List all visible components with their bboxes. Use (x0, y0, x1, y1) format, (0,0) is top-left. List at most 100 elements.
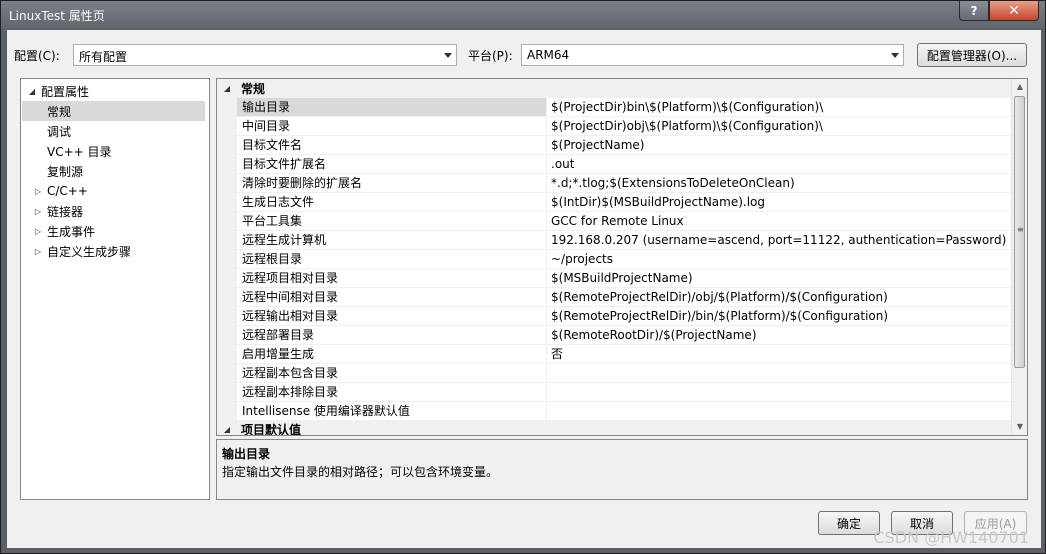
tree-item-label: 生成事件 (47, 224, 96, 239)
property-name: 远程中间相对目录 (237, 288, 547, 306)
property-row[interactable]: 清除时要删除的扩展名 *.d;*.tlog;$(ExtensionsToDelet… (237, 174, 1011, 193)
category-project-defaults[interactable]: ◢ 项目默认值 (217, 420, 1011, 436)
property-tree: ◢ 配置属性 常规 调试 VC++ 目录 复制源 ▷ C/C++ ▷ 链接器 ▷… (20, 78, 210, 500)
ok-button[interactable]: 确定 (818, 511, 880, 535)
property-row[interactable]: 远程部署目录 $(RemoteRootDir)/$(ProjectName) (237, 326, 1011, 345)
close-button[interactable]: ✕ (989, 1, 1039, 21)
property-row[interactable]: 远程生成计算机 192.168.0.207 (username=ascend, p… (237, 231, 1011, 250)
property-name: 清除时要删除的扩展名 (237, 174, 547, 192)
tree-item-vc-directories[interactable]: VC++ 目录 (47, 141, 112, 161)
expand-triangle-icon[interactable]: ▷ (33, 227, 43, 236)
tree-item-linker[interactable]: ▷ 链接器 (33, 201, 83, 221)
property-row[interactable]: 目标文件名 $(ProjectName) (237, 136, 1011, 155)
property-name: Intellisense 使用编译器默认值 (237, 402, 547, 420)
watermark: CSDN @HW140701 (873, 528, 1029, 547)
property-row[interactable]: 远程副本排除目录 (237, 383, 1011, 402)
tree-item-copy-sources[interactable]: 复制源 (47, 161, 83, 181)
property-row[interactable]: 远程副本包含目录 (237, 364, 1011, 383)
tree-item-config-properties[interactable]: ◢ 配置属性 (27, 81, 89, 101)
property-value[interactable]: $(ProjectName) (547, 136, 1011, 154)
tree-item-debugging[interactable]: 调试 (47, 121, 71, 141)
property-row[interactable]: 中间目录 $(ProjectDir)obj\$(Platform)\$(Confi… (237, 117, 1011, 136)
property-name: 远程部署目录 (237, 326, 547, 344)
scroll-thumb[interactable]: ≡ (1014, 96, 1025, 368)
grid-gutter (217, 98, 237, 434)
property-row[interactable]: 远程输出相对目录 $(RemoteProjectRelDir)/bin/$(Pla… (237, 307, 1011, 326)
property-row[interactable]: 输出目录 $(ProjectDir)bin\$(Platform)\$(Confi… (237, 98, 1011, 117)
property-grid: ◢ 常规 输出目录 $(ProjectDir)bin\$(Platform)\$(… (216, 78, 1028, 436)
property-value[interactable] (547, 402, 1011, 420)
category-general[interactable]: ◢ 常规 (217, 79, 1011, 98)
title-bar: LinuxTest 属性页 ? ✕ (1, 1, 1045, 29)
property-value[interactable]: ~/projects (547, 250, 1011, 268)
property-name: 输出目录 (237, 98, 547, 116)
tree-item-build-events[interactable]: ▷ 生成事件 (33, 221, 95, 241)
category-label: 常规 (241, 82, 266, 96)
property-value[interactable]: $(ProjectDir)bin\$(Platform)\$(Configura… (547, 98, 1011, 116)
property-value[interactable]: $(RemoteRootDir)/$(ProjectName) (547, 326, 1011, 344)
collapse-triangle-icon[interactable]: ◢ (217, 84, 237, 93)
chevron-down-icon (891, 53, 899, 58)
collapse-triangle-icon[interactable]: ◢ (217, 425, 237, 434)
property-row[interactable]: 生成日志文件 $(IntDir)$(MSBuildProjectName).log (237, 193, 1011, 212)
grip-icon: ≡ (1017, 225, 1024, 234)
tree-item-label: 调试 (47, 124, 72, 139)
property-row[interactable]: 远程项目相对目录 $(MSBuildProjectName) (237, 269, 1011, 288)
tree-item-label: VC++ 目录 (47, 144, 112, 159)
tree-item-label: 自定义生成步骤 (47, 244, 132, 259)
window-title: LinuxTest 属性页 (9, 9, 105, 23)
property-name: 远程项目相对目录 (237, 269, 547, 287)
property-name: 平台工具集 (237, 212, 547, 230)
property-row[interactable]: 平台工具集 GCC for Remote Linux (237, 212, 1011, 231)
property-name: 远程输出相对目录 (237, 307, 547, 325)
collapse-triangle-icon[interactable]: ◢ (27, 87, 37, 96)
property-value[interactable]: $(RemoteProjectRelDir)/bin/$(Platform)/$… (547, 307, 1011, 325)
property-name: 远程根目录 (237, 250, 547, 268)
property-name: 远程副本排除目录 (237, 383, 547, 401)
property-name: 启用增量生成 (237, 345, 547, 363)
expand-triangle-icon[interactable]: ▷ (33, 187, 43, 196)
property-value[interactable]: $(IntDir)$(MSBuildProjectName).log (547, 193, 1011, 211)
property-row[interactable]: Intellisense 使用编译器默认值 (237, 402, 1011, 421)
grid-scrollbar[interactable]: ▲ ≡ ▼ (1011, 79, 1027, 435)
property-row[interactable]: 启用增量生成否 (237, 345, 1011, 364)
help-button[interactable]: ? (959, 1, 989, 21)
category-label: 项目默认值 (241, 423, 302, 436)
tree-item-label: 链接器 (47, 204, 84, 219)
tree-item-custom-build-step[interactable]: ▷ 自定义生成步骤 (33, 241, 131, 261)
tree-item-label: 配置属性 (41, 84, 90, 99)
chevron-down-icon (444, 53, 452, 58)
property-value[interactable]: *.d;*.tlog;$(ExtensionsToDeleteOnClean) (547, 174, 1011, 192)
property-value[interactable]: $(ProjectDir)obj\$(Platform)\$(Configura… (547, 117, 1011, 135)
description-text: 指定输出文件目录的相对路径；可以包含环境变量。 (222, 465, 499, 479)
property-name: 远程生成计算机 (237, 231, 547, 249)
property-value[interactable]: GCC for Remote Linux (547, 212, 1011, 230)
property-value[interactable] (547, 364, 1011, 382)
description-panel: 输出目录 指定输出文件目录的相对路径；可以包含环境变量。 (216, 439, 1028, 500)
property-value[interactable] (547, 383, 1011, 401)
expand-triangle-icon[interactable]: ▷ (33, 247, 43, 256)
property-row[interactable]: 目标文件扩展名 .out (237, 155, 1011, 174)
tree-item-label: 常规 (47, 104, 72, 119)
property-name: 中间目录 (237, 117, 547, 135)
expand-triangle-icon[interactable]: ▷ (33, 207, 43, 216)
property-value[interactable]: 192.168.0.207 (username=ascend, port=111… (547, 231, 1011, 249)
config-label: 配置(C): (14, 49, 60, 63)
platform-dropdown[interactable]: ARM64 (521, 44, 904, 66)
description-title: 输出目录 (222, 447, 271, 461)
property-row[interactable]: 远程中间相对目录 $(RemoteProjectRelDir)/obj/$(Pla… (237, 288, 1011, 307)
tree-item-general[interactable]: 常规 (22, 101, 205, 121)
scroll-up-arrow-icon[interactable]: ▲ (1012, 79, 1027, 95)
tree-item-cpp[interactable]: ▷ C/C++ (33, 181, 88, 201)
property-value[interactable]: .out (547, 155, 1011, 173)
scroll-down-arrow-icon[interactable]: ▼ (1012, 419, 1027, 435)
property-value[interactable]: $(RemoteProjectRelDir)/obj/$(Platform)/$… (547, 288, 1011, 306)
property-value[interactable]: $(MSBuildProjectName) (547, 269, 1011, 287)
dialog-client: 配置(C): 所有配置 平台(P): ARM64 配置管理器(O)... ◢ 配… (7, 30, 1041, 548)
property-value[interactable]: 否 (547, 345, 1011, 363)
property-row[interactable]: 远程根目录 ~/projects (237, 250, 1011, 269)
config-dropdown[interactable]: 所有配置 (73, 44, 457, 66)
config-manager-button[interactable]: 配置管理器(O)... (917, 43, 1027, 67)
property-name: 生成日志文件 (237, 193, 547, 211)
property-name: 目标文件扩展名 (237, 155, 547, 173)
